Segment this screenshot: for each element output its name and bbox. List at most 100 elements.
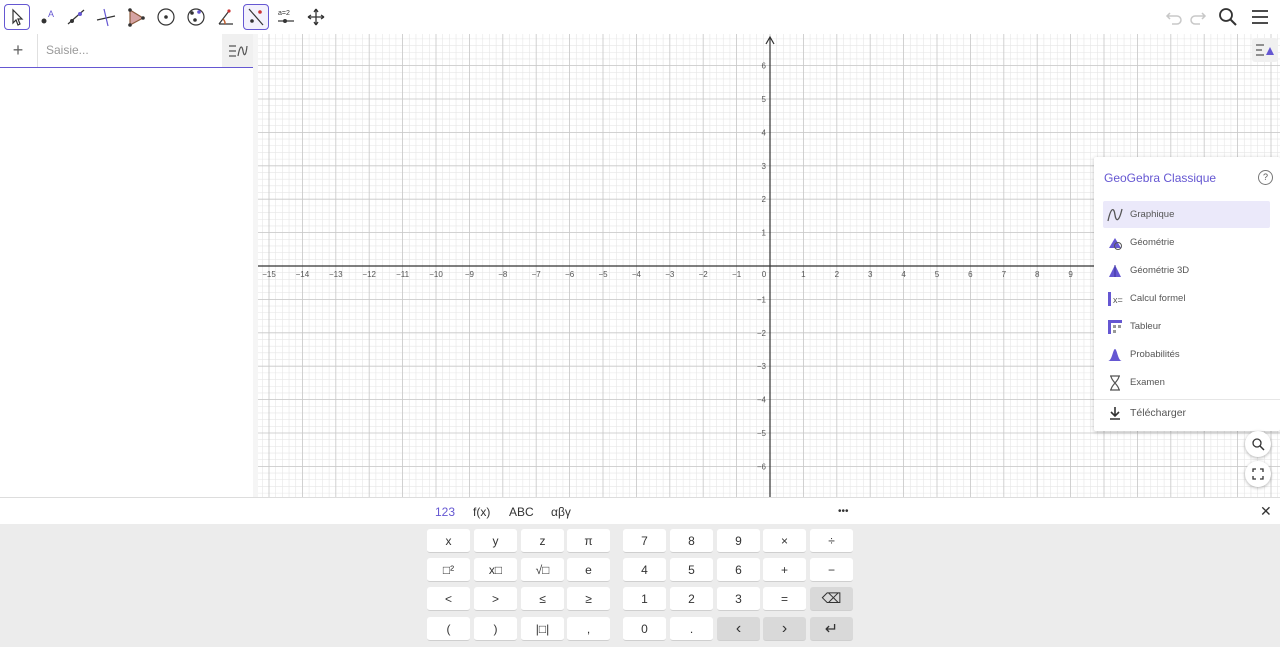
key-left-1-3[interactable]: e [567,558,610,582]
app-item-geometry[interactable]: Géométrie [1103,229,1270,256]
polygon-icon [128,8,145,27]
undo-button[interactable] [1162,5,1186,29]
y-tick-label: 6 [762,62,767,71]
perpendicular-line-tool[interactable] [93,4,119,30]
x-tick-label: −5 [598,270,608,279]
tab-functions[interactable]: f(x) [473,505,490,519]
more-keys-button[interactable]: ••• [838,506,849,517]
circle-three-points-tool[interactable] [183,4,209,30]
graphics-style-bar-button[interactable] [1252,38,1278,62]
key-right-2-3[interactable]: = [763,587,806,611]
add-input-button[interactable]: + [6,40,30,62]
geometry-icon [1109,238,1122,250]
main-menu-button[interactable] [1248,5,1272,29]
reflect-tool[interactable] [243,4,269,30]
app-item-3d[interactable]: Géométrie 3D [1103,257,1270,284]
key-right-3-1[interactable]: . [670,617,713,641]
app-item-probability[interactable]: Probabilités [1103,341,1270,368]
undo-icon [1165,12,1182,25]
key-left-0-3[interactable]: π [567,529,610,553]
angle-tool[interactable] [213,4,239,30]
key-right-0-0[interactable]: 7 [623,529,666,553]
key-right-3-2[interactable]: ‹ [717,617,760,641]
algebra-style-button[interactable] [222,34,253,67]
key-left-2-1[interactable]: > [474,587,517,611]
3d-icon [1109,265,1121,277]
key-left-0-2[interactable]: z [521,529,564,553]
key-right-3-0[interactable]: 0 [623,617,666,641]
download-button[interactable]: Télécharger [1103,399,1270,426]
key-left-3-0[interactable]: ( [427,617,470,641]
search-button[interactable] [1216,5,1240,29]
tab-numbers[interactable]: 123 [435,505,455,519]
x-tick-label: −15 [262,270,276,279]
redo-icon [1190,12,1207,25]
key-left-0-0[interactable]: x [427,529,470,553]
close-keyboard-button[interactable]: ✕ [1260,503,1272,520]
help-icon[interactable]: ? [1258,170,1273,185]
slider-tool[interactable]: a=2 [273,4,299,30]
key-left-1-0[interactable]: □² [427,558,470,582]
y-tick-label: −5 [757,429,767,438]
key-right-0-2[interactable]: 9 [717,529,760,553]
fullscreen-button[interactable] [1245,461,1271,487]
circle-tool[interactable] [153,4,179,30]
key-left-2-3[interactable]: ≥ [567,587,610,611]
tab-letters[interactable]: ABC [509,505,534,519]
circle-icon [157,8,175,26]
algebra-input-field[interactable]: Saisie... [46,43,89,57]
key-left-1-2[interactable]: √□ [521,558,564,582]
key-left-3-2[interactable]: |□| [521,617,564,641]
y-tick-label: −1 [757,295,767,304]
key-right-2-2[interactable]: 3 [717,587,760,611]
key-right-3-3[interactable]: › [763,617,806,641]
app-item-spreadsheet[interactable]: Tableur [1103,313,1270,340]
key-left-2-2[interactable]: ≤ [521,587,564,611]
x-tick-label: −8 [498,270,508,279]
redo-button[interactable] [1186,5,1210,29]
key-right-0-3[interactable]: × [763,529,806,553]
key-left-3-3[interactable]: , [567,617,610,641]
x-tick-label: −10 [429,270,443,279]
zoom-in-button[interactable] [1245,431,1271,457]
key-right-2-0[interactable]: 1 [623,587,666,611]
move-tool[interactable] [4,4,30,30]
app-item-cas[interactable]: x= Calcul formel [1103,285,1270,312]
x-tick-label: −1 [732,270,742,279]
search-icon [1219,8,1237,26]
key-right-2-1[interactable]: 2 [670,587,713,611]
key-right-1-3[interactable]: + [763,558,806,582]
polygon-tool[interactable] [123,4,149,30]
line-tool[interactable] [63,4,89,30]
y-tick-label: 3 [762,162,767,171]
point-icon: A [41,9,54,24]
line-icon [67,9,85,25]
key-left-2-0[interactable]: < [427,587,470,611]
tab-greek[interactable]: αβγ [551,505,571,519]
y-tick-label: −6 [757,462,767,471]
key-right-1-1[interactable]: 5 [670,558,713,582]
app-item-graphing[interactable]: Graphique [1103,201,1270,228]
angle-icon [218,9,233,25]
app-item-exam[interactable]: Examen [1103,369,1270,396]
key-left-0-1[interactable]: y [474,529,517,553]
x-tick-label: 3 [868,270,873,279]
key-left-3-1[interactable]: ) [474,617,517,641]
key-right-1-4[interactable]: − [810,558,853,582]
key-right-0-1[interactable]: 8 [670,529,713,553]
x-tick-label: 0 [762,270,767,279]
fullscreen-icon [1252,468,1264,480]
key-right-2-4[interactable]: ⌫ [810,587,853,611]
point-tool[interactable]: A [34,4,60,30]
move-graphics-tool[interactable] [303,4,329,30]
key-right-1-0[interactable]: 4 [623,558,666,582]
key-right-0-4[interactable]: ÷ [810,529,853,553]
key-right-1-2[interactable]: 6 [717,558,760,582]
x-tick-label: 4 [901,270,906,279]
key-left-1-1[interactable]: x□ [474,558,517,582]
key-right-3-4[interactable]: ↵ [810,617,853,641]
y-tick-label: −4 [757,396,767,405]
x-tick-label: 1 [801,270,806,279]
apps-panel-title: GeoGebra Classique [1104,171,1217,185]
app-item-label: Calcul formel [1130,293,1186,304]
